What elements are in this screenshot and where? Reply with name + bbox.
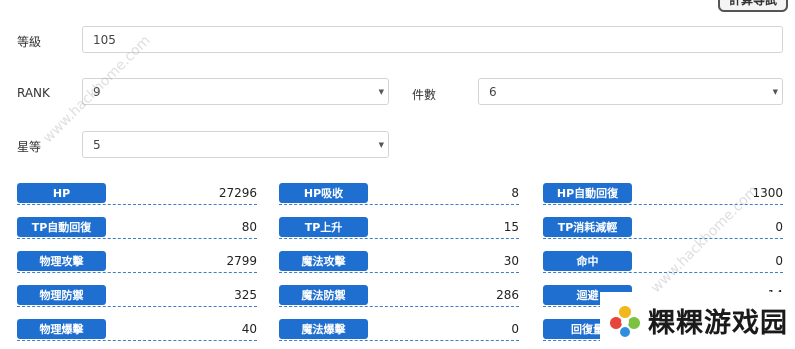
stat-value: 0	[775, 220, 783, 234]
stat-value: 0	[775, 254, 783, 268]
stat-value: 30	[503, 254, 519, 268]
stat-row: 魔法攻擊 30	[279, 250, 519, 273]
stat-row: HP吸收 8	[279, 182, 519, 205]
stat-label: 命中	[543, 251, 632, 271]
stars-select[interactable]: 5 ▼	[82, 131, 389, 158]
level-value: 105	[93, 32, 116, 47]
rank-label: RANK	[17, 86, 50, 100]
stat-label: HP	[17, 183, 106, 203]
stat-value: 325	[234, 288, 257, 302]
pieces-select[interactable]: 6 ▼	[478, 78, 783, 105]
stat-value: 286	[496, 288, 519, 302]
stat-row: 魔法爆擊 0	[279, 318, 519, 341]
stat-value: 80	[241, 220, 257, 234]
stat-label: 魔法攻擊	[279, 251, 368, 271]
stars-label: 星等	[17, 140, 42, 154]
stat-value: 0	[511, 322, 519, 336]
rank-select[interactable]: 9 ▼	[82, 78, 389, 105]
stat-label: 魔法爆擊	[279, 319, 368, 339]
stat-label: HP吸收	[279, 183, 368, 203]
stat-label: 物理攻擊	[17, 251, 106, 271]
brand-name: 粿粿游戏园	[648, 308, 788, 339]
stat-label: TP自動回復	[17, 217, 106, 237]
stat-row: HP 27296	[17, 182, 257, 205]
pieces-value: 6	[489, 84, 497, 99]
chevron-down-icon: ▼	[378, 88, 384, 96]
stat-label: TP消耗減輕	[543, 217, 632, 237]
brand-logo-icon	[610, 305, 640, 337]
calculate-button[interactable]: 計算等試	[718, 0, 788, 12]
stat-value: 8	[511, 186, 519, 200]
chevron-down-icon: ▼	[772, 88, 778, 96]
stat-row: TP自動回復 80	[17, 216, 257, 239]
stat-label: TP上升	[279, 217, 368, 237]
stars-value: 5	[93, 137, 101, 152]
stat-label: 物理防禦	[17, 285, 106, 305]
pieces-label: 件數	[412, 88, 437, 102]
stat-row: 物理爆擊 40	[17, 318, 257, 341]
stat-value: 2799	[226, 254, 257, 268]
stat-row: 物理防禦 325	[17, 284, 257, 307]
brand-watermark: 粿粿游戏园	[600, 292, 795, 349]
stat-row: 物理攻擊 2799	[17, 250, 257, 273]
level-input[interactable]: 105	[82, 26, 783, 53]
stat-row: TP消耗減輕 0	[543, 216, 783, 239]
chevron-down-icon: ▼	[378, 141, 384, 149]
stat-row: TP上升 15	[279, 216, 519, 239]
stat-value: 27296	[218, 186, 257, 200]
stat-value: 15	[503, 220, 519, 234]
stat-label: 物理爆擊	[17, 319, 106, 339]
stat-value: 40	[241, 322, 257, 336]
level-label: 等級	[17, 35, 42, 49]
stat-label: 魔法防禦	[279, 285, 368, 305]
stat-row: 魔法防禦 286	[279, 284, 519, 307]
stat-label: HP自動回復	[543, 183, 632, 203]
